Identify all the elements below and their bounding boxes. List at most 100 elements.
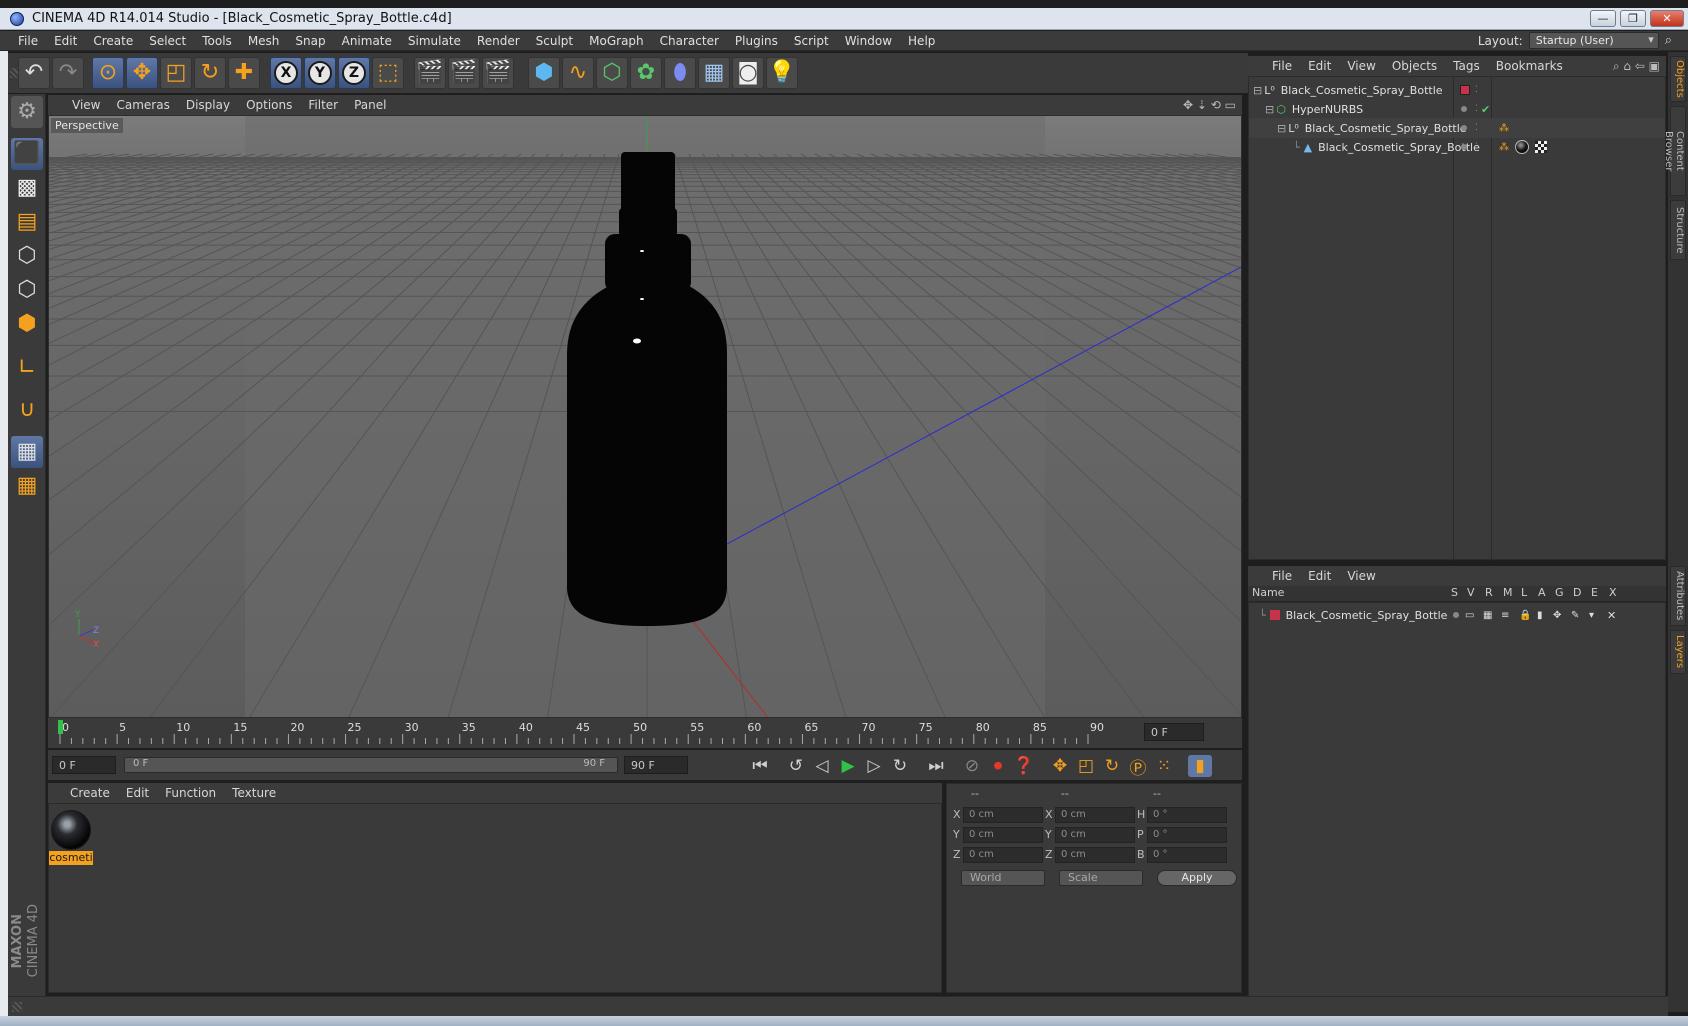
collapse-icon[interactable]: ⊟ xyxy=(1277,122,1286,135)
material-swatch[interactable]: cosmeti xyxy=(49,810,93,866)
menu-tools[interactable]: Tools xyxy=(194,31,240,51)
objects-menu-view[interactable]: View xyxy=(1339,56,1383,76)
visibility-dots[interactable]: ⁚ xyxy=(1475,123,1478,133)
layer-color-swatch[interactable] xyxy=(1269,610,1280,620)
start-frame-field[interactable]: 0 F xyxy=(52,756,116,774)
perspective-viewport[interactable]: Y Z X Perspective xyxy=(48,115,1242,718)
status-dot[interactable] xyxy=(1461,144,1467,150)
go-to-end-button[interactable]: ⏭ xyxy=(924,755,948,777)
key-parameter-button[interactable]: Ⓟ xyxy=(1126,755,1150,779)
layers-menu-view[interactable]: View xyxy=(1339,566,1383,586)
key-position-button[interactable]: ✥ xyxy=(1048,755,1072,777)
material-menu-edit[interactable]: Edit xyxy=(118,783,157,803)
enabled-check-icon[interactable]: ✔ xyxy=(1481,103,1490,116)
menu-render[interactable]: Render xyxy=(469,31,528,51)
menu-script[interactable]: Script xyxy=(786,31,837,51)
object-row[interactable]: └ ▲ Black_Cosmetic_Spray_Bottle ⁚ ⁂ xyxy=(1249,137,1665,157)
manager-toggle-icon[interactable]: ≡ xyxy=(1501,610,1509,621)
undo-button[interactable]: ↶ xyxy=(18,57,50,89)
collapse-icon[interactable]: ⊟ xyxy=(1265,103,1274,116)
menu-simulate[interactable]: Simulate xyxy=(400,31,469,51)
close-button[interactable]: ✕ xyxy=(1650,10,1684,27)
timeline-ruler[interactable]: 0 5 10 15 20 25 30 35 40 45 50 55 60 65 70 75 80 85 90 0 F xyxy=(48,718,1242,748)
size-mode-dropdown[interactable]: Scale xyxy=(1059,870,1143,886)
search-icon[interactable]: ⌕ xyxy=(1665,33,1672,48)
animation-toggle-icon[interactable]: ▮ xyxy=(1537,610,1543,621)
key-rotation-button[interactable]: ↻ xyxy=(1100,755,1124,777)
spline-button[interactable]: ∿ xyxy=(562,57,594,89)
floor-button[interactable]: ▦ xyxy=(698,57,730,89)
viewport-menu-view[interactable]: View xyxy=(64,95,108,115)
tab-layers[interactable]: Layers xyxy=(1670,630,1686,674)
menu-character[interactable]: Character xyxy=(652,31,727,51)
tab-content-browser[interactable]: Content Browser xyxy=(1663,106,1686,196)
rotation-b-field[interactable]: 0 ° xyxy=(1147,847,1227,863)
render-view-button[interactable]: 🎬 xyxy=(414,57,446,89)
generators-toggle-icon[interactable]: ✥ xyxy=(1553,610,1561,621)
previous-keyframe-button[interactable]: ↺ xyxy=(784,755,808,777)
menu-edit[interactable]: Edit xyxy=(46,31,85,51)
render-toggle-icon[interactable]: ▦ xyxy=(1483,610,1492,621)
size-x-field[interactable]: 0 cm xyxy=(1055,807,1135,823)
record-keyframe-button[interactable]: ⏺ xyxy=(986,755,1010,777)
view-toggle-icon[interactable]: ▭ xyxy=(1465,610,1474,621)
minimize-button[interactable]: — xyxy=(1590,10,1616,27)
status-dot[interactable] xyxy=(1461,125,1467,131)
objects-menu-bookmarks[interactable]: Bookmarks xyxy=(1488,56,1571,76)
material-menu-function[interactable]: Function xyxy=(157,783,224,803)
viewport-menu-panel[interactable]: Panel xyxy=(346,95,394,115)
workplane-lock-button[interactable]: ▦ xyxy=(11,436,43,468)
key-pla-button[interactable]: ⁙ xyxy=(1152,755,1176,777)
layers-menu-edit[interactable]: Edit xyxy=(1300,566,1339,586)
coordinate-space-dropdown[interactable]: World xyxy=(961,870,1045,886)
render-picture-viewer-button[interactable]: 🎬 xyxy=(448,57,480,89)
end-frame-field[interactable]: 90 F xyxy=(624,756,688,774)
lock-toggle-icon[interactable]: 🔒 xyxy=(1519,610,1531,621)
material-menu-create[interactable]: Create xyxy=(62,783,118,803)
menu-window[interactable]: Window xyxy=(837,31,900,51)
layers-menu-file[interactable]: File xyxy=(1264,566,1300,586)
position-x-field[interactable]: 0 cm xyxy=(963,807,1043,823)
texture-mode-button[interactable]: ▩ xyxy=(11,172,43,204)
layer-row[interactable]: └ Black_Cosmetic_Spray_Bottle ▭ ▦ ≡ 🔒 ▮ … xyxy=(1249,605,1665,625)
edges-mode-button[interactable]: ⬡ xyxy=(11,274,43,306)
live-selection-button[interactable]: ⊙ xyxy=(92,57,124,89)
move-tool-button[interactable]: ✥ xyxy=(126,57,158,89)
x-axis-lock-button[interactable]: X xyxy=(270,57,302,89)
next-keyframe-button[interactable]: ↻ xyxy=(888,755,912,777)
range-slider[interactable]: 0 F 90 F xyxy=(124,757,618,773)
axis-mode-button[interactable]: ∟ xyxy=(11,352,43,384)
objects-menu-file[interactable]: File xyxy=(1264,56,1300,76)
timeline-window-button[interactable]: ▮ xyxy=(1188,755,1212,777)
visibility-dots[interactable]: ⁚ xyxy=(1475,85,1478,95)
position-y-field[interactable]: 0 cm xyxy=(963,827,1043,843)
deformer-button[interactable]: ⬮ xyxy=(664,57,696,89)
model-mode-button[interactable]: ⬛ xyxy=(11,138,43,170)
playhead[interactable] xyxy=(58,720,63,734)
viewport-menu-cameras[interactable]: Cameras xyxy=(108,95,177,115)
material-tag-icon[interactable] xyxy=(1515,140,1529,154)
play-button[interactable]: ▶ xyxy=(836,755,860,777)
viewport-menu-options[interactable]: Options xyxy=(238,95,300,115)
viewport-menu-display[interactable]: Display xyxy=(178,95,238,115)
menu-create[interactable]: Create xyxy=(85,31,141,51)
locked-workplane-button[interactable]: ▦ xyxy=(11,470,43,502)
collapse-icon[interactable]: ⊟ xyxy=(1253,84,1262,97)
key-scale-button[interactable]: ◰ xyxy=(1074,755,1098,777)
solo-toggle[interactable] xyxy=(1453,612,1459,618)
recent-tool-button[interactable]: ✚ xyxy=(228,57,260,89)
cube-object-button[interactable]: ⬢ xyxy=(528,57,560,89)
rotation-p-field[interactable]: 0 ° xyxy=(1147,827,1227,843)
object-row[interactable]: ⊟ ⬡ HyperNURBS ⁚ ✔ xyxy=(1249,99,1665,119)
menu-select[interactable]: Select xyxy=(141,31,194,51)
polygons-mode-button[interactable]: ⬢ xyxy=(11,308,43,340)
menu-help[interactable]: Help xyxy=(900,31,943,51)
deformers-toggle-icon[interactable]: ✎ xyxy=(1571,610,1579,621)
restore-button[interactable]: ❐ xyxy=(1620,10,1646,27)
y-axis-lock-button[interactable]: Y xyxy=(304,57,336,89)
previous-frame-button[interactable]: ◁ xyxy=(810,755,834,777)
uvw-tag-icon[interactable] xyxy=(1535,141,1547,153)
motion-record-button[interactable]: ⊘ xyxy=(960,755,984,777)
menu-mesh[interactable]: Mesh xyxy=(240,31,288,51)
phong-tag-icon[interactable]: ⁂ xyxy=(1499,142,1509,153)
